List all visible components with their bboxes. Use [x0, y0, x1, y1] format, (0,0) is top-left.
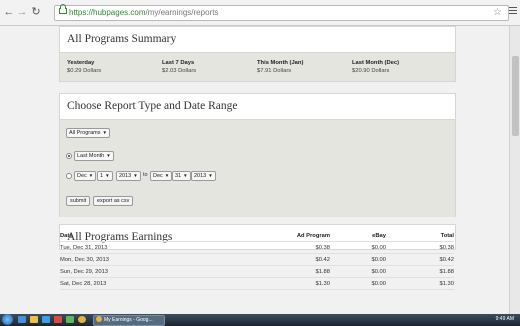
table-cell: $0.38 — [240, 241, 330, 254]
report-form: All Programs ▼ Last Month ▼ Dec ▼ 1 ▼ 2013 ▼ … — [60, 119, 455, 217]
table-row: Sat, Dec 28, 2013 $1.30 $0.00 $1.30 — [60, 277, 454, 290]
menu-icon[interactable] — [509, 7, 517, 16]
table-cell: $0.00 — [330, 253, 386, 266]
table-cell: $1.88 — [386, 265, 454, 278]
taskbar: My Earnings - Goog... 9:49 AM — [0, 314, 520, 326]
table-row: Mon, Dec 30, 2013 $0.42 $0.00 $0.42 — [60, 253, 454, 266]
table-cell: $0.00 — [330, 241, 386, 254]
page-scrollbar[interactable] — [509, 26, 520, 314]
app-icon[interactable] — [66, 316, 74, 323]
browser-toolbar: ← → ↻ https://hubpages.com/my/earnings/r… — [0, 0, 520, 26]
from-year-select[interactable]: 2013 ▼ — [116, 171, 141, 181]
earnings-table: Date Ad Program eBay Total Tue, Dec 31, … — [60, 230, 454, 290]
submit-button[interactable]: submit — [66, 196, 91, 206]
table-cell: $1.88 — [240, 265, 330, 278]
scrollbar-thumb[interactable] — [512, 56, 519, 136]
column-header-ad-program: Ad Program — [240, 230, 330, 242]
to-day-select[interactable]: 31 ▼ — [172, 171, 191, 181]
to-label: to — [143, 172, 148, 178]
column-header-total: Total — [386, 230, 454, 242]
folder-icon[interactable] — [30, 316, 38, 323]
table-row: Tue, Dec 31, 2013 $0.38 $0.00 $0.38 — [60, 241, 454, 254]
explorer-icon[interactable] — [18, 316, 26, 323]
address-bar[interactable]: https://hubpages.com/my/earnings/reports… — [54, 4, 509, 21]
back-arrow-icon[interactable]: ← — [3, 6, 15, 18]
chevron-down-icon: ▼ — [88, 173, 94, 178]
table-cell: Sat, Dec 28, 2013 — [60, 277, 240, 290]
summary-title: All Programs Summary — [67, 33, 177, 45]
table-cell: $1.30 — [240, 277, 330, 290]
summary-item-last-7-days: Last 7 Days $2.03 Dollars — [162, 59, 257, 81]
chevron-down-icon: ▼ — [164, 173, 170, 178]
summary-label: Last 7 Days — [162, 60, 195, 66]
ie-icon[interactable] — [42, 316, 50, 323]
bookmark-star-icon[interactable]: ☆ — [493, 6, 502, 20]
to-month-select[interactable]: Dec ▼ — [150, 171, 173, 181]
summary-item-this-month: This Month (Jan) $7.91 Dollars — [257, 59, 352, 81]
table-cell: Sun, Dec 29, 2013 — [60, 265, 240, 278]
summary-label: Yesterday — [67, 60, 95, 66]
report-title: Choose Report Type and Date Range — [67, 100, 238, 112]
table-cell: Mon, Dec 30, 2013 — [60, 253, 240, 266]
url-text: https://hubpages.com/my/earnings/reports — [69, 8, 219, 17]
radio-preset-range[interactable] — [66, 153, 72, 159]
chevron-down-icon: ▼ — [102, 130, 107, 135]
from-day-select[interactable]: 1 ▼ — [97, 171, 113, 181]
chevron-down-icon: ▼ — [133, 173, 138, 178]
chevron-down-icon: ▼ — [183, 173, 188, 178]
summary-label: Last Month (Dec) — [352, 60, 400, 66]
summary-value: $2.03 Dollars — [162, 68, 197, 74]
program-select[interactable]: All Programs ▼ — [66, 128, 110, 138]
forward-arrow-icon[interactable]: → — [16, 6, 28, 18]
start-button[interactable] — [2, 314, 13, 325]
from-month-select[interactable]: Dec ▼ — [74, 171, 97, 181]
summary-item-yesterday: Yesterday $0.29 Dollars — [67, 59, 162, 81]
table-cell: $0.00 — [330, 277, 386, 290]
summary-card: All Programs Summary Yesterday $0.29 Dol… — [59, 26, 456, 82]
export-csv-button[interactable]: export as csv — [93, 196, 134, 206]
report-card: Choose Report Type and Date Range All Pr… — [59, 93, 456, 217]
reload-icon[interactable]: ↻ — [30, 6, 42, 18]
table-cell: $0.42 — [240, 253, 330, 266]
summary-value: $7.91 Dollars — [257, 68, 292, 74]
system-tray-clock: 9:49 AM — [495, 316, 514, 322]
column-header-ebay: eBay — [330, 230, 386, 242]
table-cell: $0.38 — [386, 241, 454, 254]
table-cell: $0.00 — [330, 265, 386, 278]
summary-label: This Month (Jan) — [257, 60, 304, 66]
chrome-icon — [96, 316, 102, 322]
to-year-select[interactable]: 2013 ▼ — [191, 171, 216, 181]
chevron-down-icon: ▼ — [105, 173, 110, 178]
taskbar-item-chrome[interactable]: My Earnings - Goog... — [93, 315, 165, 326]
chrome-icon[interactable] — [78, 316, 86, 323]
chevron-down-icon: ▼ — [208, 173, 213, 178]
table-row: Sun, Dec 29, 2013 $1.88 $0.00 $1.88 — [60, 265, 454, 278]
table-cell: $0.42 — [386, 253, 454, 266]
summary-item-last-month: Last Month (Dec) $20.90 Dollars — [352, 59, 447, 81]
summary-value: $0.29 Dollars — [67, 68, 102, 74]
range-select[interactable]: Last Month ▼ — [74, 151, 114, 161]
media-player-icon[interactable] — [54, 316, 62, 323]
summary-stats: Yesterday $0.29 Dollars Last 7 Days $2.0… — [60, 52, 455, 81]
column-header-date: Date — [60, 230, 240, 242]
lock-icon — [59, 4, 67, 14]
table-header-row: Date Ad Program eBay Total — [60, 230, 454, 242]
radio-custom-range[interactable] — [66, 173, 72, 179]
summary-value: $20.90 Dollars — [352, 68, 390, 74]
table-cell: Tue, Dec 31, 2013 — [60, 241, 240, 254]
table-cell: $1.30 — [386, 277, 454, 290]
chevron-down-icon: ▼ — [106, 153, 111, 158]
